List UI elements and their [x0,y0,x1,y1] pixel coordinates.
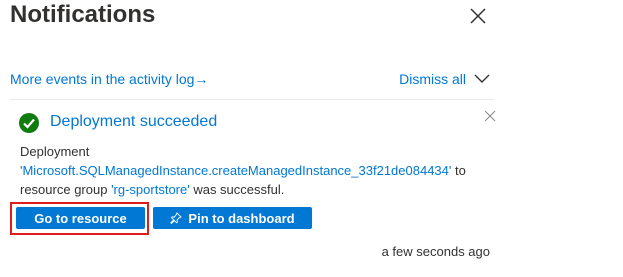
panel-title: Notifications [10,1,156,28]
close-icon[interactable] [468,6,488,26]
dismiss-all-button[interactable]: Dismiss all [399,71,490,87]
notification-timestamp: a few seconds ago [381,244,490,259]
notification-title: Deployment succeeded [50,113,218,130]
arrow-right-icon: → [194,71,209,87]
notifications-panel: Notifications More events in the activit… [0,0,623,277]
message-suffix: was successful. [189,182,285,197]
message-prefix: Deployment [20,144,90,159]
panel-actions-row: More events in the activity log→ Dismiss… [10,70,490,90]
notification-card: Deployment succeeded Deployment 'Microso… [10,100,496,277]
notification-message: Deployment 'Microsoft.SQLManagedInstance… [20,142,480,199]
resource-group-link[interactable]: 'rg-sportstore' [111,182,190,197]
more-events-label: More events in the activity log [10,71,195,87]
pin-icon [170,212,183,224]
chevron-down-icon [474,74,490,83]
dismiss-notification-icon[interactable] [484,110,496,122]
pin-to-dashboard-button[interactable]: Pin to dashboard [153,207,312,229]
go-to-resource-button[interactable]: Go to resource [16,207,145,229]
pin-to-dashboard-label: Pin to dashboard [188,210,295,226]
deployment-link[interactable]: 'Microsoft.SQLManagedInstance.createMana… [20,163,451,178]
more-events-link[interactable]: More events in the activity log→ [10,71,208,87]
dismiss-all-label: Dismiss all [399,71,466,87]
success-check-icon [19,113,39,133]
